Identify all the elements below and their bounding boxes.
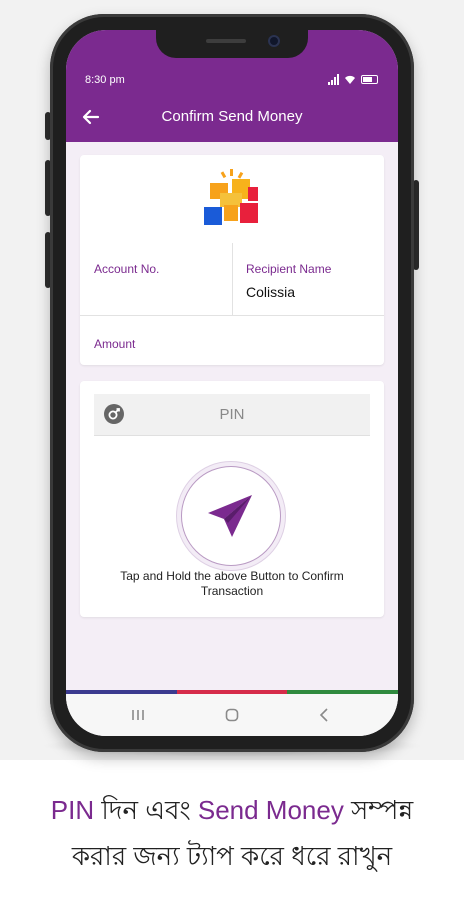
- system-nav-bar: [66, 694, 398, 736]
- instruction-line-2: Transaction: [200, 584, 264, 598]
- account-no-label: Account No.: [94, 262, 160, 276]
- signal-icon: [328, 74, 339, 85]
- caption-text-2: সম্পন্ন: [343, 795, 414, 825]
- caption-pin: PIN: [50, 795, 95, 825]
- confirm-card: PIN Tap and Hold the above Button to Con…: [80, 381, 384, 617]
- recipient-card: Account No. Recipient Name Colissia Amou…: [80, 155, 384, 365]
- pin-input[interactable]: PIN: [94, 394, 370, 436]
- notch: [156, 30, 308, 58]
- caption-line-1: PIN দিন এবং Send Money সম্পন্ন: [0, 790, 464, 834]
- speaker: [206, 39, 246, 43]
- caption-text-1: দিন এবং: [94, 795, 198, 825]
- recipient-name-label: Recipient Name: [246, 262, 332, 276]
- confirm-send-button[interactable]: [182, 467, 280, 565]
- caption-send-money: Send Money: [197, 795, 344, 825]
- phone-screen: 8:30 pm Confirm Send Money Account No. R…: [66, 30, 398, 736]
- front-camera: [268, 35, 280, 47]
- pin-placeholder: PIN: [219, 406, 245, 423]
- instruction-line-1: Tap and Hold the above Button to Confirm: [120, 569, 344, 583]
- amount-label: Amount: [94, 337, 136, 351]
- confirm-instruction: Tap and Hold the above Button to Confirm…: [100, 569, 364, 599]
- nav-back-icon[interactable]: [312, 704, 336, 726]
- home-icon[interactable]: [220, 704, 244, 726]
- recipient-name-value: Colissia: [246, 284, 296, 300]
- page-title: Confirm Send Money: [161, 108, 303, 125]
- battery-icon: [361, 75, 378, 84]
- app-bar: Confirm Send Money: [66, 92, 398, 142]
- horizontal-divider: [80, 315, 384, 316]
- merchant-logo: [204, 169, 258, 225]
- caption-line-2: করার জন্য ট্যাপ করে ধরে রাখুন: [71, 841, 393, 871]
- phone-frame: 8:30 pm Confirm Send Money Account No. R…: [50, 14, 414, 752]
- status-icons: [328, 73, 378, 85]
- wifi-icon: [345, 75, 355, 84]
- vertical-divider: [232, 243, 233, 315]
- recent-apps-icon[interactable]: [126, 704, 150, 726]
- send-icon: [208, 495, 252, 537]
- status-time: 8:30 pm: [85, 74, 125, 86]
